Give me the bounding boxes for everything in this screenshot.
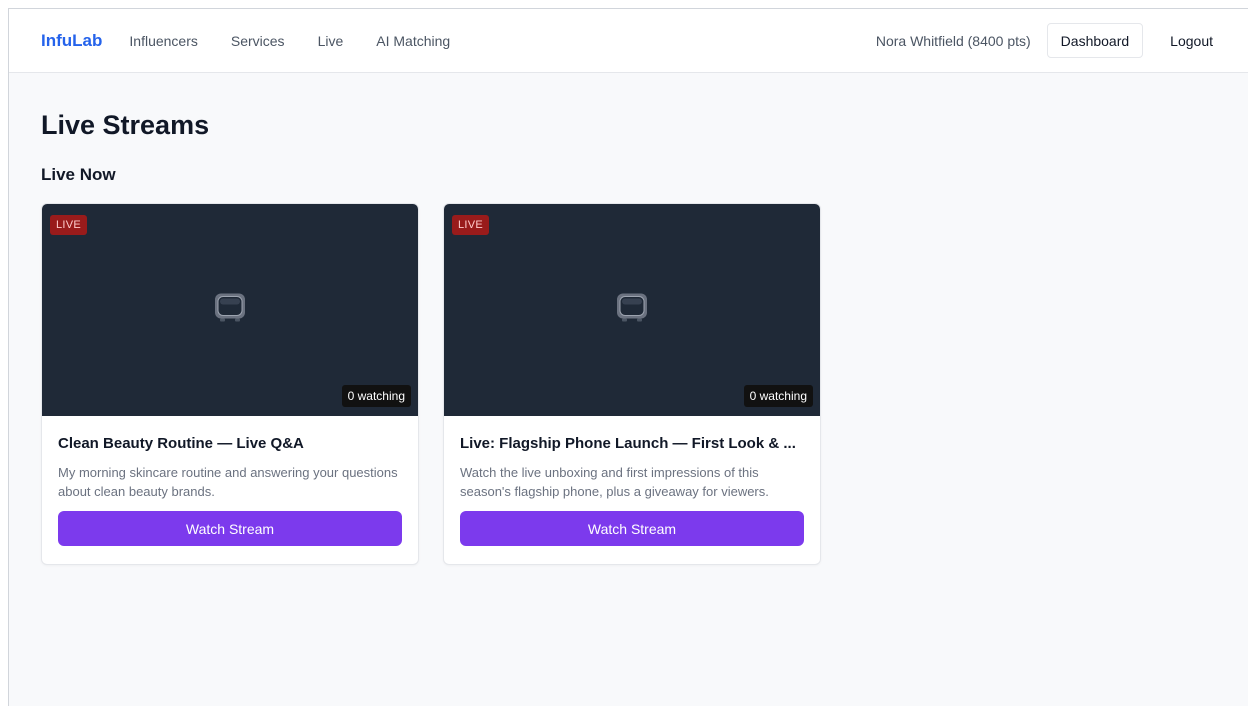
nav-link-live[interactable]: Live xyxy=(318,33,344,49)
brand-logo[interactable]: InfuLab xyxy=(41,31,102,51)
live-badge: LIVE xyxy=(50,215,88,235)
nav-link-ai-matching[interactable]: AI Matching xyxy=(376,33,450,49)
section-title-live-now: Live Now xyxy=(41,165,116,184)
top-navbar: InfuLab Influencers Services Live AI Mat… xyxy=(9,9,1248,73)
main-content: Live Streams Live Now LIVE 0 watching Cl… xyxy=(41,73,1248,565)
dashboard-button[interactable]: Dashboard xyxy=(1046,23,1144,58)
nav-link-influencers[interactable]: Influencers xyxy=(129,33,197,49)
television-icon xyxy=(213,291,247,330)
browser-viewport: InfuLab Influencers Services Live AI Mat… xyxy=(8,8,1248,706)
stream-card: LIVE 0 watching Clean Beauty Routine — L… xyxy=(41,203,419,565)
stream-title: Live: Flagship Phone Launch — First Look… xyxy=(460,435,796,452)
watch-stream-button[interactable]: Watch Stream xyxy=(58,511,402,546)
stream-title: Clean Beauty Routine — Live Q&A xyxy=(58,435,304,452)
television-icon xyxy=(615,291,649,330)
stream-thumbnail[interactable]: LIVE 0 watching xyxy=(444,204,820,416)
stream-description: Watch the live unboxing and first impres… xyxy=(460,465,769,499)
user-points-label: Nora Whitfield (8400 pts) xyxy=(875,32,1031,49)
viewer-count-badge: 0 watching xyxy=(743,385,813,407)
watch-stream-button[interactable]: Watch Stream xyxy=(460,511,804,546)
nav-link-services[interactable]: Services xyxy=(231,33,285,49)
stream-card-body: Live: Flagship Phone Launch — First Look… xyxy=(444,416,820,562)
live-badge: LIVE xyxy=(452,215,490,235)
stream-card-body: Clean Beauty Routine — Live Q&A My morni… xyxy=(42,416,418,562)
page-title: Live Streams xyxy=(41,110,210,140)
viewer-count-badge: 0 watching xyxy=(341,385,411,407)
logout-button[interactable]: Logout xyxy=(1170,33,1213,49)
stream-thumbnail[interactable]: LIVE 0 watching xyxy=(42,204,418,416)
stream-card-list: LIVE 0 watching Clean Beauty Routine — L… xyxy=(41,203,1248,565)
stream-card: LIVE 0 watching Live: Flagship Phone Lau… xyxy=(443,203,821,565)
nav-right-group: Nora Whitfield (8400 pts) Dashboard Logo… xyxy=(876,23,1213,58)
stream-description: My morning skincare routine and answerin… xyxy=(58,465,398,499)
